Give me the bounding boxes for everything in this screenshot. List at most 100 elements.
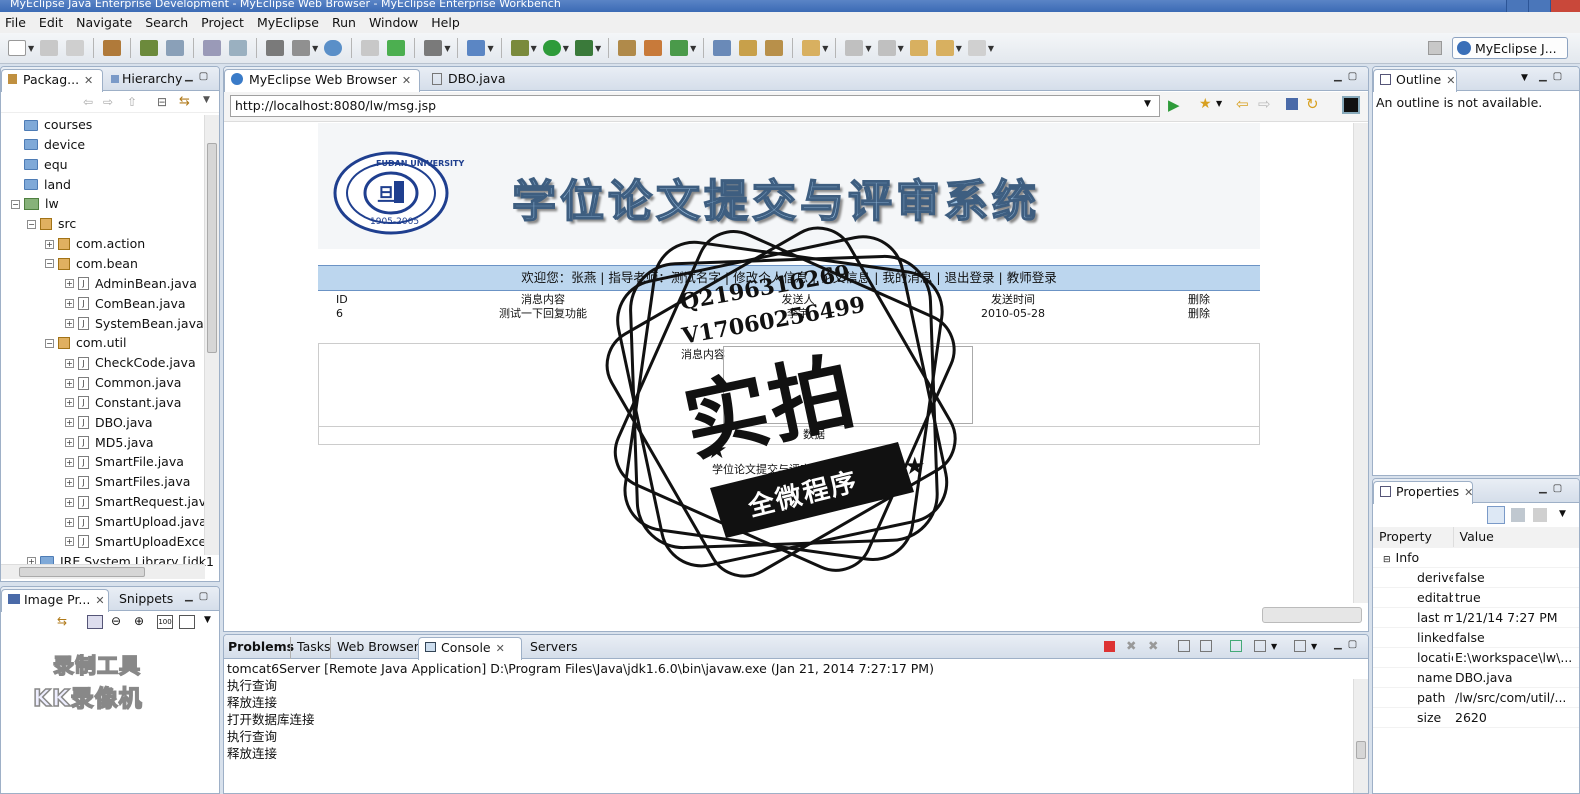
tab-web-browser-view[interactable]: Web Browser: [330, 637, 419, 659]
start-server-icon[interactable]: [292, 40, 311, 56]
view-minmax[interactable]: ▁▢: [185, 591, 214, 602]
close-icon[interactable]: ✕: [402, 74, 411, 87]
tree-item[interactable]: + J MD5.java: [65, 433, 154, 453]
servers-icon[interactable]: [266, 40, 285, 56]
property-row[interactable]: derive false: [1373, 567, 1579, 588]
new-project-icon[interactable]: [387, 40, 406, 56]
advanced-icon[interactable]: [1511, 508, 1525, 522]
view-minmax[interactable]: ▁▢: [1539, 483, 1568, 494]
property-row[interactable]: locaticE:\workspace\lw\...: [1373, 647, 1579, 668]
url-input[interactable]: http://localhost:8080/lw/msg.jsp: [230, 95, 1160, 117]
go-icon[interactable]: ▶: [1168, 96, 1180, 114]
property-row[interactable]: size 2620: [1373, 707, 1579, 728]
view-menu-icon[interactable]: ▼: [203, 95, 210, 105]
display-dropdown-icon[interactable]: ▼: [1271, 642, 1277, 651]
view-minmax[interactable]: ▁▢: [1334, 71, 1363, 82]
close-icon[interactable]: ✕: [95, 594, 104, 607]
tree-item[interactable]: − lw: [11, 194, 59, 214]
tree-item[interactable]: + J SmartUploadExce: [65, 532, 206, 552]
tree-item[interactable]: + J SmartFiles.java: [65, 472, 190, 492]
remove-all-icon[interactable]: ✖: [1148, 638, 1158, 653]
new-package-icon[interactable]: [644, 40, 663, 56]
build-icon[interactable]: [140, 40, 159, 56]
menu-window[interactable]: Window: [364, 13, 426, 33]
view-menu-icon[interactable]: ▼: [1559, 509, 1566, 519]
tab-package-explorer[interactable]: Packag... ✕: [1, 69, 103, 92]
tab-hierarchy[interactable]: Hierarchy: [105, 69, 182, 91]
menu-navigate[interactable]: Navigate: [71, 13, 140, 33]
fit-icon[interactable]: [87, 615, 103, 629]
property-row[interactable]: linked false: [1373, 627, 1579, 648]
tree-hscrollbar[interactable]: [1, 564, 205, 579]
close-icon[interactable]: ✕: [1446, 74, 1455, 87]
property-row[interactable]: editab true: [1373, 587, 1579, 608]
folder-icon[interactable]: [361, 40, 380, 56]
expand-icon[interactable]: +: [65, 537, 74, 547]
tab-outline[interactable]: Outline ✕: [1373, 69, 1457, 92]
back-icon[interactable]: ⇦: [1236, 95, 1249, 113]
last-edit-icon[interactable]: [909, 40, 928, 56]
back-icon[interactable]: [935, 40, 954, 56]
actual-size-icon[interactable]: 100: [157, 615, 173, 629]
expand-icon[interactable]: +: [45, 239, 54, 249]
collapse-icon[interactable]: −: [45, 259, 54, 269]
minimize-button[interactable]: [1506, 0, 1528, 12]
zoom-in-icon[interactable]: ⊕: [134, 614, 144, 628]
property-row[interactable]: path/lw/src/com/util/...: [1373, 687, 1579, 708]
view-minmax[interactable]: ▁▢: [1334, 639, 1363, 650]
tab-problems[interactable]: Problems: [224, 637, 294, 659]
stop-icon[interactable]: [1286, 98, 1298, 110]
expand-icon[interactable]: +: [65, 398, 74, 408]
search-folder-icon[interactable]: [765, 40, 784, 56]
external-tools-icon[interactable]: [574, 40, 593, 56]
delete-link[interactable]: 删除: [1138, 307, 1260, 321]
open-perspective-icon[interactable]: [1428, 41, 1442, 55]
menu-run[interactable]: Run: [327, 13, 364, 33]
close-icon[interactable]: ✕: [1464, 486, 1473, 499]
collapse-all-icon[interactable]: ⊟: [157, 95, 167, 109]
menu-project[interactable]: Project: [196, 13, 252, 33]
collapse-icon[interactable]: −: [45, 338, 54, 348]
menu-search[interactable]: Search: [140, 13, 196, 33]
prev-annotation-icon[interactable]: [877, 40, 896, 56]
favorites-icon[interactable]: ★: [1199, 96, 1212, 112]
refresh-icon[interactable]: [670, 40, 689, 56]
open-resource-icon[interactable]: [739, 40, 758, 56]
tree-item[interactable]: equ: [11, 155, 68, 175]
menu-myeclipse[interactable]: MyEclipse: [252, 13, 327, 33]
tab-dbo-java[interactable]: DBO.java: [426, 69, 505, 91]
forward-icon[interactable]: ⇨: [1258, 95, 1271, 113]
display-console-icon[interactable]: [1254, 640, 1266, 652]
run-icon[interactable]: [542, 40, 561, 56]
new-icon[interactable]: [8, 40, 26, 56]
perspective-switcher[interactable]: MyEclipse J...: [1452, 37, 1568, 59]
view-icon[interactable]: [424, 40, 443, 56]
tree-item[interactable]: + com.action: [45, 234, 145, 254]
tree-item[interactable]: courses: [11, 115, 92, 135]
collapse-icon[interactable]: ⊟: [1383, 555, 1391, 565]
pin-console-icon[interactable]: [1230, 640, 1242, 652]
new-class-icon[interactable]: [618, 40, 637, 56]
close-window-button[interactable]: [1550, 0, 1580, 12]
console-scrollbar[interactable]: [1353, 679, 1368, 793]
tree-item[interactable]: + J CheckCode.java: [65, 353, 196, 373]
url-dropdown-icon[interactable]: ▼: [1144, 99, 1151, 109]
open-type-icon[interactable]: [713, 40, 732, 56]
view-minmax[interactable]: ▁▢: [185, 71, 214, 82]
expand-icon[interactable]: +: [65, 358, 74, 368]
clear-console-icon[interactable]: [1178, 640, 1190, 652]
restore-default-icon[interactable]: [1533, 508, 1547, 522]
property-row[interactable]: name DBO.java: [1373, 667, 1579, 688]
tree-scrollbar[interactable]: [204, 115, 219, 555]
terminate-icon[interactable]: [1104, 641, 1115, 652]
sync-icon[interactable]: ⇆: [57, 614, 67, 628]
collapse-icon[interactable]: −: [11, 199, 20, 209]
expand-icon[interactable]: +: [65, 517, 74, 527]
expand-icon[interactable]: +: [65, 497, 74, 507]
tab-tasks[interactable]: Tasks: [290, 637, 331, 659]
browser-vscrollbar[interactable]: [1353, 123, 1368, 603]
tree-item[interactable]: + J ComBean.java: [65, 294, 186, 314]
server-icon[interactable]: [203, 40, 222, 56]
view-menu-icon[interactable]: ▼: [204, 615, 211, 625]
link-editor-icon[interactable]: ⇆: [179, 94, 190, 109]
